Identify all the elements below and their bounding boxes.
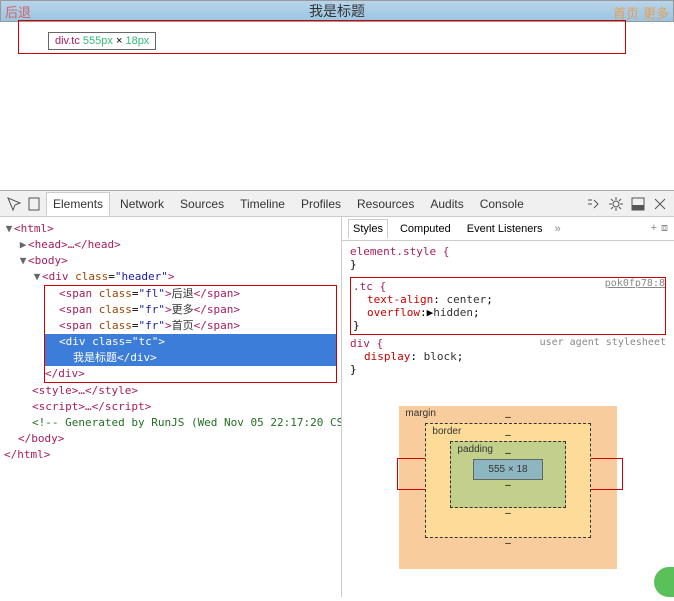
devtools-toolbar: Elements Network Sources Timeline Profil…: [0, 191, 674, 217]
inspect-tooltip: div.tc 555px × 18px: [48, 32, 156, 50]
rule-div-ua[interactable]: user agent stylesheet div { display: blo…: [350, 337, 666, 376]
source-link[interactable]: pok0fp78:8: [605, 278, 665, 289]
devtools-panel: Elements Network Sources Timeline Profil…: [0, 190, 674, 597]
device-icon[interactable]: [26, 196, 42, 212]
rendered-page: 后退 我是标题 首页 更多 div.tc 555px × 18px: [0, 0, 674, 190]
box-model[interactable]: margin – border – padding – 555 × 18 – –: [342, 386, 674, 569]
tab-elements[interactable]: Elements: [46, 192, 110, 216]
tab-event-listeners[interactable]: Event Listeners: [463, 220, 547, 238]
more-link[interactable]: 更多: [643, 3, 669, 22]
dom-tree[interactable]: ▼<html> ▶<head>…</head> ▼<body> ▼<div cl…: [0, 217, 342, 597]
tab-audits[interactable]: Audits: [424, 193, 469, 215]
tab-computed[interactable]: Computed: [396, 220, 455, 238]
dock-icon[interactable]: [630, 196, 646, 212]
toggle-state-icon[interactable]: ⧈: [661, 222, 668, 235]
rule-tc[interactable]: pok0fp78:8 .tc { text-align: center; ove…: [350, 277, 666, 335]
rule-element-style[interactable]: element.style { }: [350, 245, 666, 271]
drawer-icon[interactable]: [586, 196, 602, 212]
tab-network[interactable]: Network: [114, 193, 170, 215]
styles-pane: Styles Computed Event Listeners » + ⧈ el…: [342, 217, 674, 597]
inspect-icon[interactable]: [6, 196, 22, 212]
selected-dom-node[interactable]: <div class="tc">: [45, 334, 336, 350]
tab-profiles[interactable]: Profiles: [295, 193, 347, 215]
header-bar: 后退 我是标题 首页 更多: [0, 0, 674, 22]
add-rule-icon[interactable]: +: [651, 222, 657, 235]
tab-styles[interactable]: Styles: [348, 219, 388, 239]
box-model-content: 555 × 18: [473, 459, 542, 480]
page-title: 我是标题: [1, 1, 673, 21]
tab-resources[interactable]: Resources: [351, 193, 420, 215]
tab-sources[interactable]: Sources: [174, 193, 230, 215]
gear-icon[interactable]: [608, 196, 624, 212]
tab-console[interactable]: Console: [474, 193, 530, 215]
tab-timeline[interactable]: Timeline: [234, 193, 291, 215]
close-icon[interactable]: [652, 196, 668, 212]
